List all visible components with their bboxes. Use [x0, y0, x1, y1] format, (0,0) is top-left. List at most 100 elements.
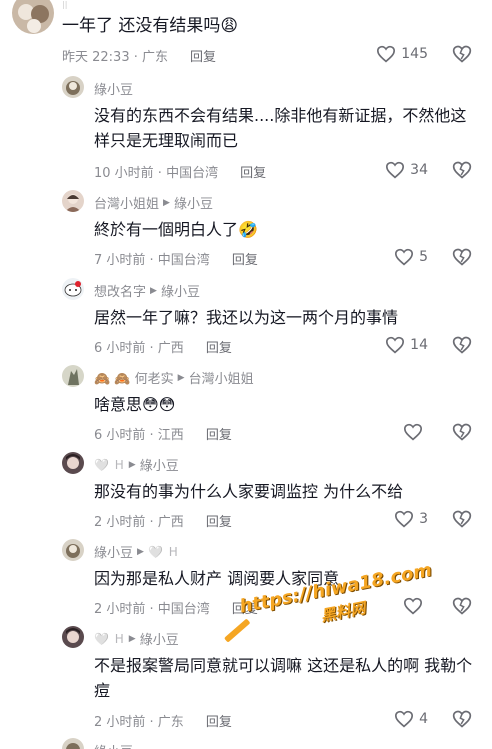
like-button[interactable]: 34: [385, 161, 428, 179]
avatar[interactable]: [62, 278, 84, 300]
heart-outline-icon: [377, 45, 396, 63]
like-button[interactable]: [403, 423, 428, 441]
reply-to-name[interactable]: 綠小豆: [140, 629, 179, 648]
author-name[interactable]: 綠小豆: [94, 79, 133, 98]
avatar[interactable]: [12, 0, 54, 34]
dislike-button[interactable]: [452, 422, 472, 446]
reply-to-name[interactable]: 🤍 ᕼ: [148, 545, 179, 559]
comment-text: 終於有一個明白人了🤣: [94, 220, 258, 239]
avatar[interactable]: [62, 626, 84, 648]
author-name[interactable]: 想改名字: [94, 281, 146, 300]
reply-to-name[interactable]: 綠小豆: [174, 193, 213, 212]
like-button[interactable]: 145: [376, 45, 428, 63]
like-button[interactable]: 5: [394, 248, 428, 266]
author-name[interactable]: 🙈 🙈 何老实: [94, 368, 174, 387]
dislike-button[interactable]: [452, 247, 472, 271]
reply-button[interactable]: 回复: [190, 46, 216, 65]
triangle-right-icon: ▶: [177, 372, 185, 383]
reply-button[interactable]: 回复: [240, 162, 266, 181]
comment-text: 那没有的事为什么人家要调监控 为什么不给: [94, 482, 404, 501]
author-name[interactable]: 台灣小姐姐: [94, 193, 159, 212]
comment-time: 7 小时前 · 中国台湾: [94, 253, 210, 268]
reply-to-name[interactable]: 台灣小姐姐: [189, 368, 254, 387]
author-name[interactable]: 🤍 ᕼ: [94, 632, 125, 646]
broken-heart-icon: [452, 45, 472, 63]
comment-meta: 2 小时前 · 广西 回复: [94, 511, 232, 530]
broken-heart-icon: [452, 597, 472, 615]
reply-button[interactable]: 回复: [232, 249, 258, 268]
author-name[interactable]: 綠小豆: [94, 741, 133, 749]
comment-text: 啥意思😳😳: [94, 395, 176, 414]
like-button[interactable]: 4: [394, 710, 428, 728]
heart-outline-icon: [386, 336, 405, 354]
like-count: 34: [410, 162, 428, 178]
comment-meta: 10 小时前 · 中国台湾 回复: [94, 162, 266, 181]
avatar[interactable]: [62, 738, 84, 749]
comment-text: 不是报案警局同意就可以调嘛 这还是私人的啊 我勒个痘: [94, 656, 473, 700]
comment-author[interactable]: 綠小豆 ▶ 🤍 ᕼ: [94, 542, 179, 562]
reply-button[interactable]: 回复: [206, 337, 232, 356]
like-button[interactable]: [403, 597, 428, 615]
comment-meta: 2 小时前 · 广东 回复: [94, 711, 232, 730]
author-name[interactable]: 🤍 ᕼ: [94, 458, 125, 472]
comment-time: 6 小时前 · 广西: [94, 341, 184, 356]
like-count: 5: [419, 249, 428, 265]
comment-author[interactable]: 台灣小姐姐 ▶ 綠小豆: [94, 193, 213, 212]
comment-time: 10 小时前 · 中国台湾: [94, 166, 219, 181]
triangle-right-icon: ▶: [128, 633, 136, 644]
like-count: 4: [419, 711, 428, 727]
reply-to-name[interactable]: 綠小豆: [140, 455, 179, 474]
comment-meta: 昨天 22:33 · 广东 回复: [62, 46, 216, 65]
comment-author[interactable]: 🤍 ᕼ ▶ 綠小豆: [94, 629, 179, 649]
broken-heart-icon: [452, 423, 472, 441]
top-sliver: ||: [62, 0, 68, 9]
like-button[interactable]: 14: [385, 336, 428, 354]
like-button[interactable]: 3: [394, 510, 428, 528]
dislike-button[interactable]: [452, 44, 472, 68]
triangle-right-icon: ▶: [128, 459, 136, 470]
triangle-right-icon: ▶: [137, 546, 144, 557]
heart-outline-icon: [403, 597, 423, 615]
comment-time: 昨天 22:33 · 广东: [62, 50, 168, 65]
dislike-button[interactable]: [452, 596, 472, 620]
broken-heart-icon: [452, 248, 472, 266]
comment-time: 2 小时前 · 中国台湾: [94, 602, 210, 617]
reply-to-name[interactable]: 綠小豆: [161, 281, 200, 300]
broken-heart-icon: [452, 161, 472, 179]
pencil-icon: [223, 618, 251, 643]
triangle-right-icon: ▶: [163, 197, 170, 208]
like-count: 145: [401, 46, 428, 62]
comment-text: 居然一年了嘛？我还以为这一两个月的事情: [94, 308, 399, 327]
comment-author[interactable]: 想改名字 ▶ 綠小豆: [94, 281, 200, 300]
heart-outline-icon: [403, 423, 423, 441]
author-name[interactable]: 綠小豆: [94, 542, 133, 561]
heart-outline-icon: [395, 248, 414, 266]
comment-meta: 2 小时前 · 中国台湾 回复: [94, 598, 258, 617]
comment-author[interactable]: 綠小豆: [94, 741, 133, 749]
avatar[interactable]: [62, 76, 84, 98]
triangle-right-icon: ▶: [150, 285, 157, 296]
heart-outline-icon: [386, 161, 405, 179]
dislike-button[interactable]: [452, 709, 472, 733]
like-count: 3: [419, 511, 428, 527]
dislike-button[interactable]: [452, 509, 472, 533]
dislike-button[interactable]: [452, 335, 472, 359]
avatar[interactable]: [62, 539, 84, 561]
avatar[interactable]: [62, 365, 84, 387]
comment-text: 没有的东西不会有结果....除非他有新证据，不然他这样只是无理取闹而已: [94, 106, 467, 150]
comment-author[interactable]: 🤍 ᕼ ▶ 綠小豆: [94, 455, 179, 475]
comment-author[interactable]: 綠小豆: [94, 79, 133, 98]
broken-heart-icon: [452, 710, 472, 728]
reply-button[interactable]: 回复: [206, 711, 232, 730]
comment-author[interactable]: 🙈 🙈 何老实 ▶ 台灣小姐姐: [94, 368, 254, 387]
comment-text: 一年了 还没有结果吗😩: [62, 16, 239, 36]
avatar[interactable]: [62, 190, 84, 212]
avatar[interactable]: [62, 452, 84, 474]
comment-time: 2 小时前 · 广东: [94, 715, 184, 730]
reply-button[interactable]: 回复: [206, 424, 232, 443]
dislike-button[interactable]: [452, 160, 472, 184]
broken-heart-icon: [452, 510, 472, 528]
reply-button[interactable]: 回复: [206, 511, 232, 530]
watermark-text: 黑料网: [319, 598, 367, 626]
comment-meta: 6 小时前 · 江西 回复: [94, 424, 232, 443]
